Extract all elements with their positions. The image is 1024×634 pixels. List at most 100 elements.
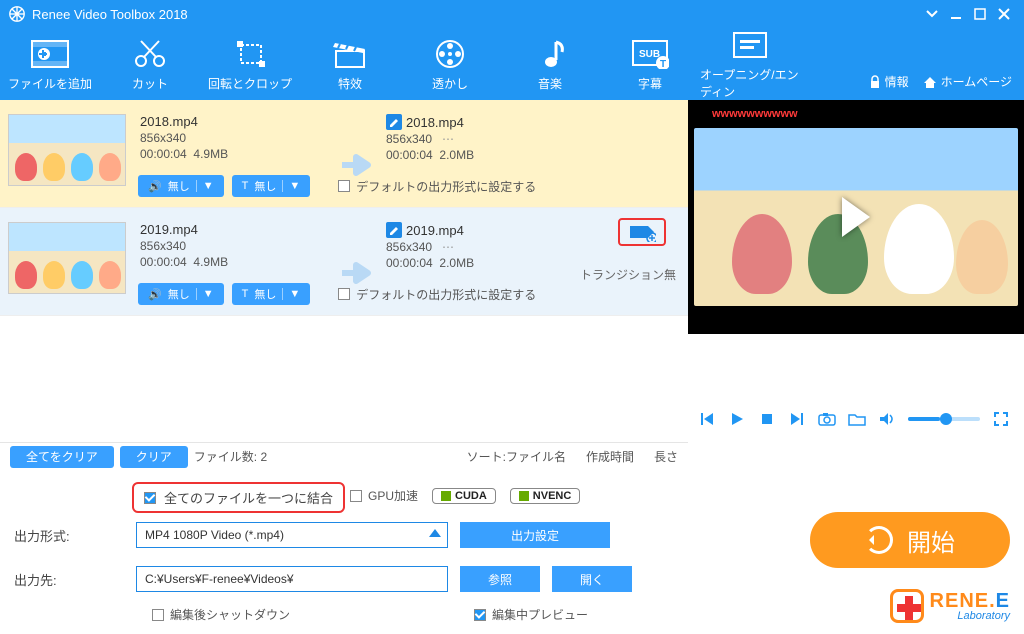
brand-logo: RENE.E Laboratory — [890, 589, 1010, 623]
chevron-up-icon — [429, 529, 441, 537]
title-card-icon — [732, 28, 768, 62]
play-button[interactable] — [728, 410, 746, 428]
output-filename: 2018.mp4 — [406, 115, 464, 130]
output-format-combobox[interactable]: MP4 1080P Video (*.mp4) — [136, 522, 448, 548]
start-button[interactable]: 開始 — [810, 512, 1010, 568]
volume-icon[interactable] — [878, 410, 896, 428]
more-icon[interactable]: ⋯ — [442, 240, 454, 254]
toolbar-add-file[interactable]: ファイルを追加 — [0, 28, 100, 100]
output-dest-label: 出力先: — [14, 570, 124, 589]
clapper-icon — [332, 37, 368, 71]
player-controls — [688, 402, 1024, 436]
shutdown-checkbox[interactable] — [152, 609, 164, 621]
fullscreen-button[interactable] — [992, 410, 1010, 428]
source-duration-size: 00:00:04 4.9MB — [140, 255, 330, 269]
cuda-badge: CUDA — [432, 488, 496, 504]
audio-track-button[interactable]: 🔊無し▼ — [138, 175, 224, 197]
crop-icon — [233, 37, 267, 71]
preview-video[interactable]: wwwwwwwwww — [688, 100, 1024, 334]
output-duration-size: 00:00:04 2.0MB — [386, 256, 576, 270]
video-thumbnail — [8, 114, 126, 186]
toolbar-subtitle[interactable]: SUBT 字幕 — [600, 28, 700, 100]
sort-by-name[interactable]: ファイル名 — [506, 450, 566, 464]
svg-text:T: T — [660, 59, 666, 69]
file-row[interactable]: 2018.mp4 856x340 00:00:04 4.9MB 2018.mp4… — [0, 100, 688, 208]
text-icon: T — [242, 180, 249, 192]
open-folder-button[interactable] — [848, 410, 866, 428]
subtitle-track-button[interactable]: T無し▼ — [232, 175, 311, 197]
output-settings-button[interactable]: 出力設定 — [460, 522, 610, 548]
info-link[interactable]: 情報 — [869, 73, 909, 90]
minimize-button[interactable] — [944, 4, 968, 24]
output-dest-input[interactable]: C:¥Users¥F-renee¥Videos¥ — [136, 566, 448, 592]
subtitle-icon: SUBT — [631, 37, 669, 71]
source-filename: 2019.mp4 — [140, 222, 330, 237]
source-dimensions: 856x340 — [140, 239, 330, 253]
play-overlay-icon[interactable] — [842, 197, 870, 237]
merge-files-checkbox[interactable] — [144, 492, 156, 504]
output-format-label: 出力形式: — [14, 526, 124, 545]
default-format-checkbox[interactable] — [338, 180, 350, 192]
arrow-right-icon — [338, 261, 378, 285]
open-dest-button[interactable]: 開く — [552, 566, 632, 592]
transition-label: トランジション無 — [580, 266, 676, 283]
preview-watermark: wwwwwwwwww — [712, 108, 798, 120]
clear-button[interactable]: クリア — [120, 446, 188, 468]
file-count-label: ファイル数: 2 — [194, 448, 267, 465]
source-dimensions: 856x340 — [140, 131, 330, 145]
toolbar-label: 特效 — [338, 75, 362, 92]
output-dimensions: 856x340⋯ — [386, 240, 576, 254]
browse-button[interactable]: 参照 — [460, 566, 540, 592]
prev-button[interactable] — [698, 410, 716, 428]
more-icon[interactable]: ⋯ — [442, 132, 454, 146]
speaker-icon: 🔊 — [148, 288, 162, 301]
music-note-icon — [536, 37, 564, 71]
output-filename: 2019.mp4 — [406, 223, 464, 238]
toolbar-label: 字幕 — [638, 75, 662, 92]
toolbar-opening-ending[interactable]: オープニング/エンディン — [700, 28, 800, 100]
scissors-icon — [133, 37, 167, 71]
svg-text:SUB: SUB — [639, 49, 660, 60]
close-button[interactable] — [992, 4, 1016, 24]
nvenc-badge: NVENC — [510, 488, 581, 504]
maximize-button[interactable] — [968, 4, 992, 24]
edit-icon[interactable] — [386, 222, 402, 238]
toolbar-label: 透かし — [432, 75, 468, 92]
main-toolbar: ファイルを追加 カット 回転とクロップ 特效 透かし 音楽 SUBT 字幕 オー… — [0, 28, 1024, 100]
file-row[interactable]: 2019.mp4 856x340 00:00:04 4.9MB 2019.mp4… — [0, 208, 688, 316]
toolbar-rotate-crop[interactable]: 回転とクロップ — [200, 28, 300, 100]
output-settings-panel: 全てのファイルを一つに結合 GPU加速 CUDA NVENC 出力形式: MP4… — [0, 470, 1024, 631]
toolbar-cut[interactable]: カット — [100, 28, 200, 100]
gpu-accel-checkbox[interactable] — [350, 490, 362, 502]
preview-checkbox[interactable] — [474, 609, 486, 621]
source-filename: 2018.mp4 — [140, 114, 330, 129]
audio-track-button[interactable]: 🔊無し▼ — [138, 283, 224, 305]
clear-all-button[interactable]: 全てをクリア — [10, 446, 114, 468]
next-button[interactable] — [788, 410, 806, 428]
home-icon — [923, 75, 937, 89]
sort-by-length[interactable]: 長さ — [654, 448, 678, 465]
add-transition-button[interactable] — [618, 218, 666, 246]
video-thumbnail — [8, 222, 126, 294]
app-logo-icon — [8, 5, 26, 23]
toolbar-label: ファイルを追加 — [8, 75, 92, 92]
snapshot-button[interactable] — [818, 410, 836, 428]
output-duration-size: 00:00:04 2.0MB — [386, 148, 576, 162]
refresh-icon — [865, 526, 893, 554]
sort-label: ソート:ファイル名 — [467, 448, 566, 465]
sort-by-created[interactable]: 作成時間 — [586, 448, 634, 465]
menu-dropdown-icon[interactable] — [920, 4, 944, 24]
default-format-checkbox[interactable] — [338, 288, 350, 300]
toolbar-effects[interactable]: 特效 — [300, 28, 400, 100]
edit-icon[interactable] — [386, 114, 402, 130]
volume-slider[interactable] — [908, 417, 980, 421]
toolbar-music[interactable]: 音楽 — [500, 28, 600, 100]
text-icon: T — [242, 288, 249, 300]
app-title: Renee Video Toolbox 2018 — [32, 7, 188, 22]
subtitle-track-button[interactable]: T無し▼ — [232, 283, 311, 305]
toolbar-watermark[interactable]: 透かし — [400, 28, 500, 100]
homepage-link[interactable]: ホームページ — [923, 73, 1012, 90]
stop-button[interactable] — [758, 410, 776, 428]
film-add-icon — [30, 37, 70, 71]
brand-cross-icon — [890, 589, 924, 623]
